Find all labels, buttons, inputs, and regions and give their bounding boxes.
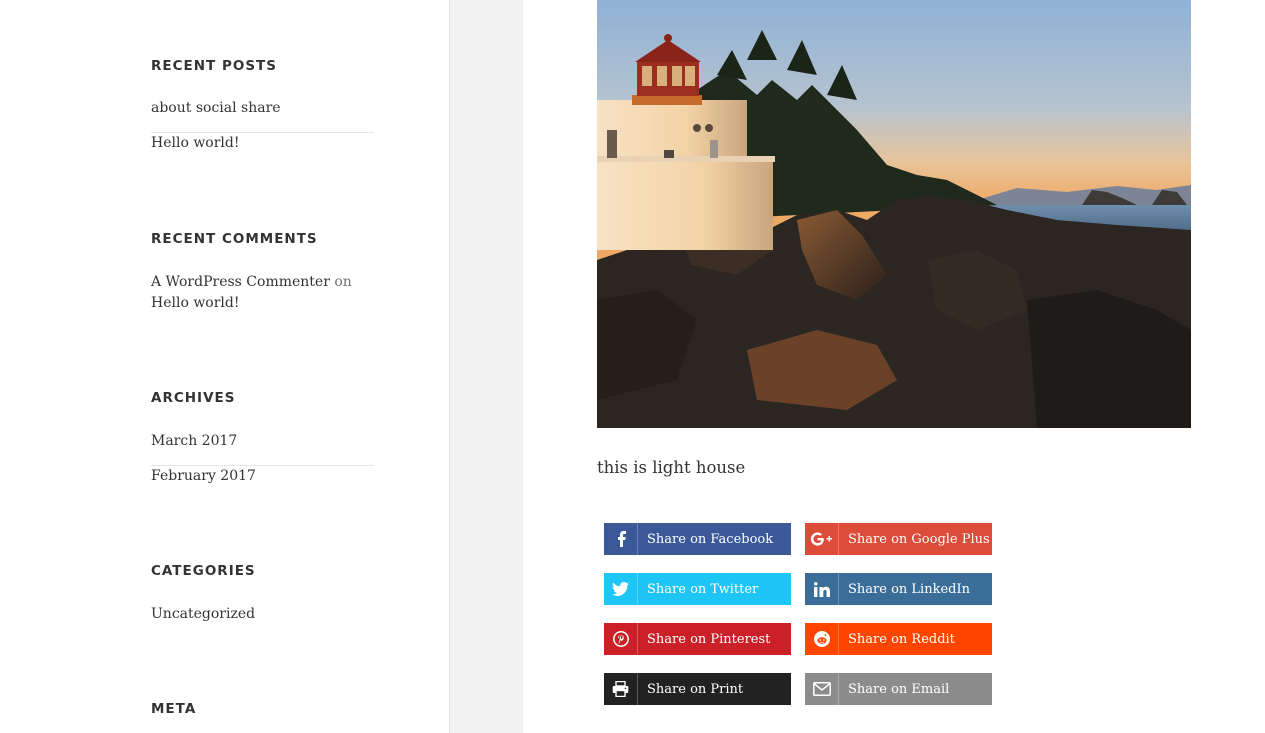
recent-comments-title: RECENT COMMENTS: [151, 231, 318, 247]
archive-link[interactable]: March 2017: [151, 433, 237, 449]
comment-author-link[interactable]: A WordPress Commenter: [151, 274, 330, 290]
recent-comments-list: A WordPress Commenter on Hello world!: [151, 272, 374, 314]
share-label: Share on Reddit: [848, 631, 955, 647]
facebook-icon: [604, 523, 638, 555]
share-reddit-button[interactable]: Share on Reddit: [805, 623, 992, 655]
archives-list: March 2017 February 2017: [151, 431, 374, 501]
meta-title: META: [151, 701, 197, 717]
share-label: Share on Twitter: [647, 581, 759, 597]
categories-title: CATEGORIES: [151, 563, 256, 579]
recent-post-link[interactable]: Hello world!: [151, 135, 240, 151]
linkedin-icon: [805, 573, 839, 605]
comment-post-link[interactable]: Hello world!: [151, 295, 240, 311]
share-label: Share on Google Plus: [848, 531, 990, 547]
share-linkedin-button[interactable]: Share on LinkedIn: [805, 573, 992, 605]
post-caption: this is light house: [597, 458, 746, 477]
share-pinterest-button[interactable]: Share on Pinterest: [604, 623, 791, 655]
share-twitter-button[interactable]: Share on Twitter: [604, 573, 791, 605]
list-item: A WordPress Commenter on Hello world!: [151, 272, 374, 314]
categories-list: Uncategorized: [151, 604, 374, 624]
share-label: Share on Facebook: [647, 531, 774, 547]
share-label: Share on Pinterest: [647, 631, 771, 647]
share-print-button[interactable]: Share on Print: [604, 673, 791, 705]
archives-title: ARCHIVES: [151, 390, 236, 406]
comment-on-text: on: [334, 274, 352, 290]
share-email-button[interactable]: Share on Email: [805, 673, 992, 705]
category-link[interactable]: Uncategorized: [151, 606, 255, 622]
recent-posts-title: RECENT POSTS: [151, 58, 277, 74]
email-icon: [805, 673, 839, 705]
archive-link[interactable]: February 2017: [151, 468, 256, 484]
content-gutter: [449, 0, 524, 733]
share-label: Share on Email: [848, 681, 950, 697]
list-item: about social share: [151, 98, 374, 133]
pinterest-icon: [604, 623, 638, 655]
twitter-icon: [604, 573, 638, 605]
list-item: February 2017: [151, 466, 374, 501]
list-item: Uncategorized: [151, 604, 374, 624]
recent-posts-list: about social share Hello world!: [151, 98, 374, 168]
sidebar: RECENT POSTS about social share Hello wo…: [0, 0, 449, 733]
list-item: Hello world!: [151, 133, 374, 168]
share-google-plus-button[interactable]: Share on Google Plus: [805, 523, 992, 555]
share-label: Share on Print: [647, 681, 744, 697]
google-plus-icon: [805, 523, 839, 555]
list-item: March 2017: [151, 431, 374, 466]
lighthouse-image: [597, 0, 1191, 428]
share-label: Share on LinkedIn: [848, 581, 970, 597]
recent-post-link[interactable]: about social share: [151, 100, 281, 116]
print-icon: [604, 673, 638, 705]
reddit-icon: [805, 623, 839, 655]
share-facebook-button[interactable]: Share on Facebook: [604, 523, 791, 555]
